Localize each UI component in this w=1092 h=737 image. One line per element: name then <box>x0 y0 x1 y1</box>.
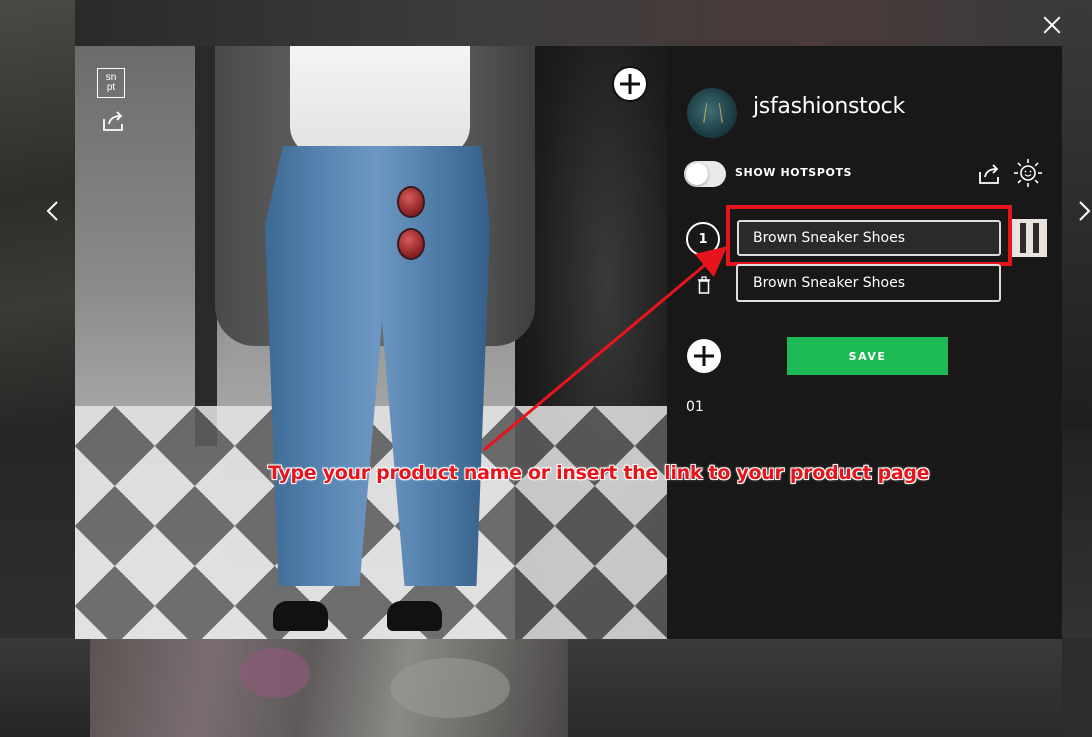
trash-icon[interactable] <box>697 276 711 294</box>
sun-icon[interactable] <box>1013 158 1043 188</box>
show-hotspots-toggle[interactable] <box>684 161 726 187</box>
product-suggestion-item[interactable]: Brown Sneaker Shoes <box>736 264 1001 302</box>
photo-shoe <box>387 601 442 631</box>
background-feed-tile <box>1062 638 1092 737</box>
background-feed-tile-flowers <box>90 638 568 737</box>
annotation-text: Type your product name or insert the lin… <box>268 462 930 484</box>
save-button[interactable]: SAVE <box>787 337 948 375</box>
share-icon[interactable] <box>977 163 1001 185</box>
app-logo: sn pt <box>97 68 125 98</box>
sunglasses-lens <box>397 186 425 218</box>
background-feed-tile <box>0 638 90 737</box>
background-feed-top <box>75 0 1062 46</box>
background-feed-tile <box>0 430 75 640</box>
background-feed-tile <box>1062 430 1092 640</box>
edit-post-modal: sn pt jsfashionstock SHOW HOTSPOTS 1 Bro… <box>75 46 1062 639</box>
add-hotspot-icon[interactable] <box>611 65 649 103</box>
logo-line2: pt <box>106 82 116 93</box>
avatar <box>687 88 737 138</box>
hotspot-count: 01 <box>686 399 704 415</box>
share-icon[interactable] <box>101 110 125 132</box>
product-thumbnail[interactable] <box>1012 219 1047 257</box>
show-hotspots-label: SHOW HOTSPOTS <box>735 166 853 179</box>
background-feed-tile <box>568 638 1062 737</box>
sunglasses-lens <box>397 228 425 260</box>
product-name-input[interactable] <box>737 220 1001 256</box>
account-username: jsfashionstock <box>753 94 905 119</box>
photo-door-frame <box>195 46 217 446</box>
close-icon[interactable] <box>1040 13 1064 37</box>
hotspot-number-badge: 1 <box>686 222 720 256</box>
plus-circle-icon[interactable] <box>686 338 722 374</box>
photo-sunglasses <box>397 186 427 266</box>
photo-shirt <box>290 46 470 156</box>
toggle-knob <box>686 163 708 185</box>
chevron-right-icon[interactable] <box>1073 196 1092 226</box>
chevron-left-icon[interactable] <box>42 196 64 226</box>
edit-panel: jsfashionstock SHOW HOTSPOTS 1 Brown Sne… <box>667 46 1062 639</box>
photo-shoe <box>273 601 328 631</box>
post-photo[interactable]: sn pt <box>75 46 667 639</box>
